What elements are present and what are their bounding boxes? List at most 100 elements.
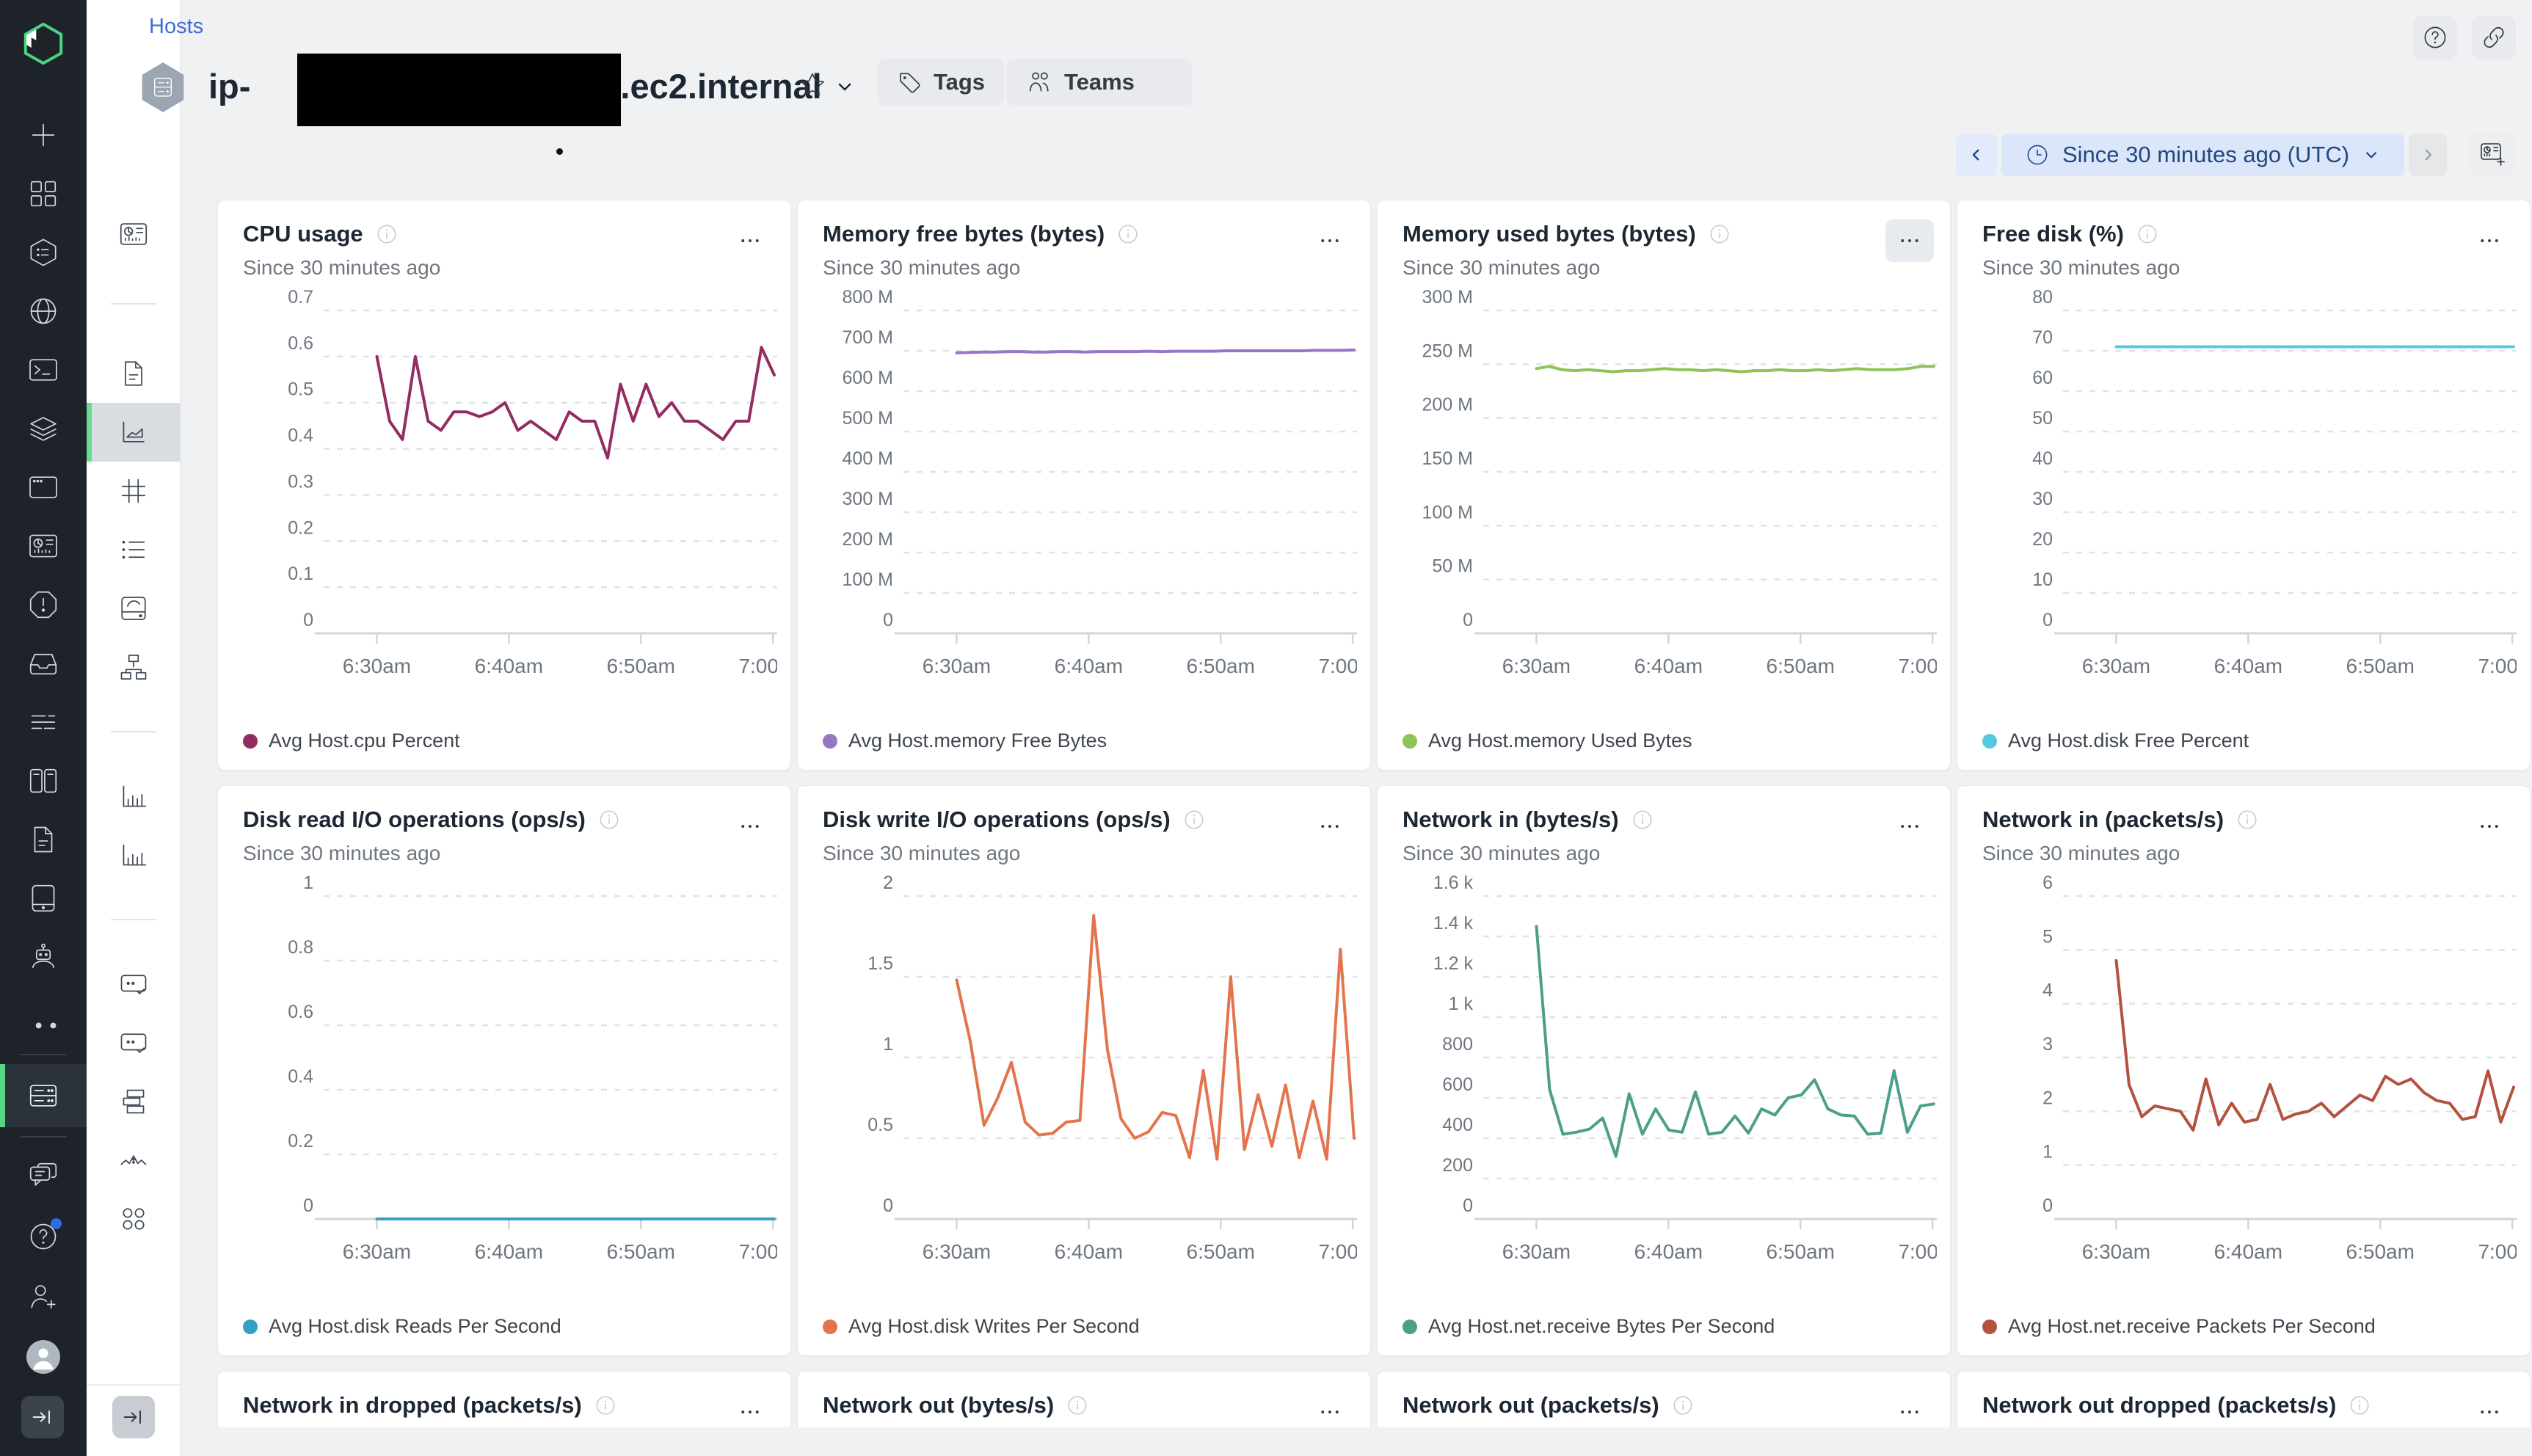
- panel-options-button[interactable]: [726, 1391, 774, 1427]
- info-icon[interactable]: [594, 1394, 617, 1417]
- secondary-nav-collapse-button[interactable]: [112, 1396, 155, 1438]
- legend-item[interactable]: Avg Host.net.receive Bytes Per Second: [1403, 1315, 1775, 1338]
- secondary-nav-item-command[interactable]: [87, 462, 180, 520]
- info-icon: [1671, 1394, 1695, 1417]
- primary-nav-item-racks[interactable]: [0, 751, 87, 810]
- secondary-nav-item-circles[interactable]: [87, 1190, 180, 1248]
- panel-options-button[interactable]: [1306, 805, 1354, 848]
- chart-panel-net-in-packets: Network in (packets/s) Since 30 minutes a…: [1957, 785, 2531, 1356]
- primary-nav-item-chat[interactable]: [0, 1146, 87, 1206]
- panel-options-button[interactable]: [1885, 805, 1934, 848]
- tags-button[interactable]: Tags: [878, 59, 1005, 106]
- legend-item[interactable]: Avg Host.cpu Percent: [243, 729, 460, 752]
- secondary-nav-item-bar-chart-2[interactable]: [87, 826, 180, 884]
- ellipsis-icon: [741, 1410, 759, 1413]
- info-icon[interactable]: [597, 808, 621, 831]
- secondary-nav-item-tree[interactable]: [87, 638, 180, 696]
- secondary-nav-item-dashboard[interactable]: [87, 205, 180, 263]
- panel-options-button[interactable]: [1885, 1391, 1934, 1427]
- info-icon[interactable]: [2136, 222, 2159, 246]
- legend-item[interactable]: Avg Host.memory Free Bytes: [823, 729, 1107, 752]
- primary-nav-item-servers[interactable]: [0, 1064, 87, 1127]
- secondary-nav-item-disk[interactable]: [87, 579, 180, 638]
- info-icon[interactable]: [2235, 808, 2259, 831]
- primary-nav-item-grid[interactable]: [0, 164, 87, 223]
- title-chevron-down-icon[interactable]: [832, 74, 857, 99]
- legend-label: Avg Host.net.receive Bytes Per Second: [1428, 1315, 1775, 1337]
- info-icon[interactable]: [1708, 222, 1731, 246]
- primary-nav-item-robot[interactable]: [0, 928, 87, 986]
- time-next-button[interactable]: [2409, 134, 2447, 176]
- chart-title: Network in dropped (packets/s): [243, 1392, 582, 1418]
- primary-nav-item-ellipsis[interactable]: [0, 986, 87, 1045]
- chart-panel-net-out-dropped: Network out dropped (packets/s)Since 30 …: [1957, 1371, 2531, 1427]
- help-button[interactable]: [2413, 15, 2457, 59]
- panel-options-button[interactable]: [726, 805, 774, 848]
- favorite-star-button[interactable]: [796, 69, 829, 101]
- secondary-nav-item-line-chart[interactable]: [87, 403, 180, 462]
- secondary-nav-item-document[interactable]: [87, 344, 180, 403]
- primary-nav-item-terminal[interactable]: [0, 341, 87, 399]
- svg-text:6:40am: 6:40am: [1055, 1240, 1123, 1263]
- primary-nav-item-plus[interactable]: [0, 106, 87, 164]
- panel-options-button[interactable]: [1306, 1391, 1354, 1427]
- charts-scroll-area[interactable]: CPU usage Since 30 minutes ago 0.7 0.6 0.5 0.…: [217, 200, 2531, 1427]
- secondary-nav-item-anomaly[interactable]: [87, 1131, 180, 1190]
- secondary-nav-item-list[interactable]: [87, 520, 180, 579]
- info-icon[interactable]: [1182, 808, 1206, 831]
- info-icon[interactable]: [375, 222, 399, 246]
- primary-nav-item-document[interactable]: [0, 810, 87, 869]
- primary-nav-item-globe[interactable]: [0, 282, 87, 341]
- primary-nav-item-help[interactable]: [0, 1206, 87, 1267]
- add-to-dashboard-button[interactable]: [2470, 132, 2514, 176]
- breadcrumb[interactable]: Hosts: [149, 15, 203, 39]
- share-link-button[interactable]: [2472, 15, 2516, 59]
- primary-nav-collapse-button[interactable]: [21, 1396, 64, 1438]
- panel-options-button[interactable]: [2465, 1391, 2514, 1427]
- primary-nav-item-alert-octagon[interactable]: [0, 575, 87, 634]
- svg-text:3: 3: [2042, 1034, 2053, 1055]
- primary-nav-item-person-add[interactable]: [0, 1267, 87, 1327]
- info-icon[interactable]: [1631, 808, 1654, 831]
- legend-label: Avg Host.memory Used Bytes: [1428, 729, 1692, 751]
- primary-nav-item-layers[interactable]: [0, 399, 87, 458]
- ellipsis-icon: [1901, 239, 1918, 242]
- info-icon[interactable]: [2348, 1394, 2371, 1417]
- info-icon[interactable]: [1116, 222, 1140, 246]
- legend-item[interactable]: Avg Host.disk Writes Per Second: [823, 1315, 1140, 1338]
- panel-options-button[interactable]: [2465, 219, 2514, 262]
- secondary-nav-item-select-box-2[interactable]: [87, 1013, 180, 1072]
- primary-nav-item-dashboard[interactable]: [0, 517, 87, 575]
- panel-options-button[interactable]: [1306, 219, 1354, 262]
- time-range-picker[interactable]: Since 30 minutes ago (UTC): [2001, 134, 2404, 176]
- secondary-nav-item-copy[interactable]: [87, 1072, 180, 1131]
- primary-nav-item-device[interactable]: [0, 869, 87, 928]
- svg-text:600: 600: [1442, 1074, 1473, 1095]
- panel-options-button[interactable]: [1885, 219, 1934, 262]
- document-icon: [117, 357, 150, 390]
- info-icon[interactable]: [1066, 1394, 1089, 1417]
- circles-icon: [117, 1203, 150, 1235]
- legend-item[interactable]: Avg Host.disk Reads Per Second: [243, 1315, 561, 1338]
- ellipsis-icon: [1901, 825, 1918, 828]
- ellipsis-icon: [1321, 825, 1339, 828]
- secondary-nav-item-select-box[interactable]: [87, 955, 180, 1013]
- legend-item[interactable]: Avg Host.net.receive Packets Per Second: [1982, 1315, 2376, 1338]
- app-logo[interactable]: [0, 0, 87, 87]
- secondary-nav-item-bar-chart[interactable]: [87, 767, 180, 826]
- primary-nav-item-inbox[interactable]: [0, 634, 87, 693]
- header-more-button[interactable]: [1142, 59, 1192, 106]
- time-prev-button[interactable]: [1956, 134, 1997, 176]
- user-avatar[interactable]: [0, 1327, 87, 1387]
- info-icon[interactable]: [1671, 1394, 1695, 1417]
- primary-nav-item-hexagon-list[interactable]: [0, 223, 87, 282]
- legend-item[interactable]: Avg Host.memory Used Bytes: [1403, 729, 1692, 752]
- teams-button[interactable]: Teams: [1007, 59, 1154, 106]
- svg-text:1.2 k: 1.2 k: [1433, 953, 1474, 974]
- panel-options-button[interactable]: [2465, 805, 2514, 848]
- legend-item[interactable]: Avg Host.disk Free Percent: [1982, 729, 2249, 752]
- dashboard-icon: [26, 529, 60, 563]
- panel-options-button[interactable]: [726, 219, 774, 262]
- primary-nav-item-window[interactable]: [0, 458, 87, 517]
- primary-nav-item-log-lines[interactable]: [0, 693, 87, 751]
